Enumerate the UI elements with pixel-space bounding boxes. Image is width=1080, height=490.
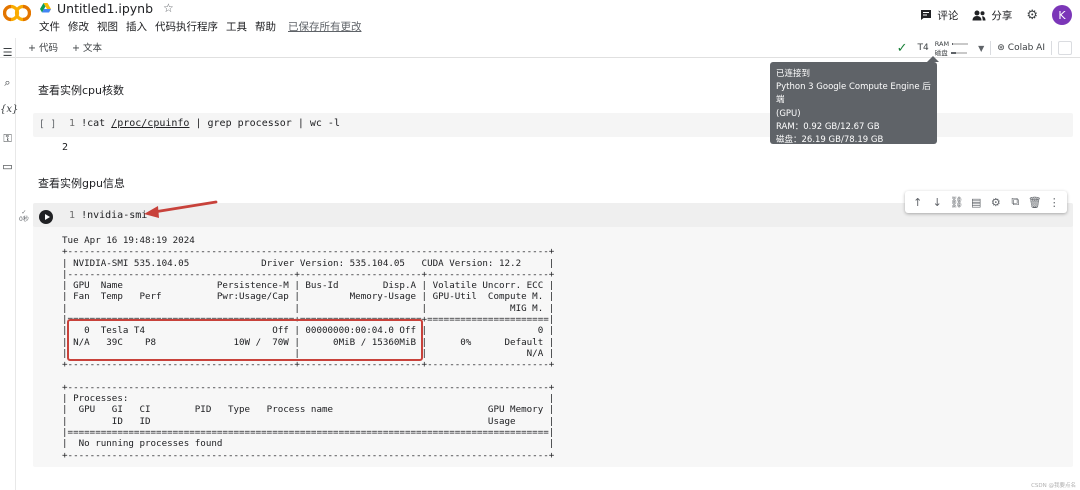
ram-bar	[952, 42, 969, 45]
link-icon[interactable]: ⛓	[949, 196, 965, 209]
tooltip-line: RAM：0.92 GB/12.67 GB	[776, 121, 880, 132]
text-cell-gpu[interactable]: 查看实例gpu信息	[38, 175, 125, 191]
annotation-arrow	[144, 200, 218, 218]
left-sidebar: ☰ ⌕ {x} ⚿ ▭	[0, 38, 18, 490]
secrets-key-icon[interactable]: ⚿	[0, 132, 15, 146]
code-command: !cat	[81, 118, 112, 129]
ram-bar-fill	[952, 42, 954, 45]
menu-edit[interactable]: 修改	[68, 19, 89, 34]
code-pipe: | grep processor | wc -l	[189, 118, 340, 129]
play-icon	[44, 214, 50, 220]
move-up-icon[interactable]: ↑	[910, 196, 926, 209]
move-down-icon[interactable]: ↓	[929, 196, 945, 209]
share-label: 分享	[991, 9, 1013, 22]
settings-icon[interactable]: ⚙	[988, 196, 1004, 209]
comment-icon[interactable]: ▤	[968, 196, 984, 209]
mirror-cell-icon[interactable]: ⧉	[1007, 195, 1023, 209]
drive-icon	[40, 3, 51, 13]
runtime-type: T4	[917, 43, 929, 53]
add-text-button[interactable]: + 文本	[72, 40, 102, 54]
menu-help[interactable]: 帮助	[255, 19, 276, 34]
menu-tools[interactable]: 工具	[226, 19, 247, 34]
notebook-title[interactable]: Untitled1.ipynb	[57, 1, 153, 16]
tooltip-line: 磁盘：26.19 GB/78.19 GB	[776, 135, 884, 146]
comment-label: 评论	[937, 9, 959, 22]
runtime-tooltip: 已连接到 Python 3 Google Compute Engine 后端 (…	[770, 62, 937, 146]
chevron-down-icon[interactable]: ▼	[978, 44, 984, 53]
menu-runtime[interactable]: 代码执行程序	[155, 19, 218, 34]
ram-meter: RAM	[934, 39, 969, 48]
tooltip-line: (GPU)	[776, 108, 801, 119]
runtime-status: ✓ T4 RAM 磁盘 ▼ ⊛ Colab AI	[897, 38, 1072, 58]
comment-icon	[921, 10, 932, 20]
run-cell-button[interactable]	[39, 210, 53, 224]
tooltip-line: Python 3 Google Compute Engine 后端	[776, 82, 931, 106]
variables-icon[interactable]: {x}	[0, 104, 18, 115]
disk-meter: 磁盘	[935, 49, 968, 57]
share-button[interactable]: 分享	[972, 8, 1012, 23]
resource-monitor[interactable]: T4 RAM 磁盘	[914, 40, 973, 57]
watermark: CSDN @我要点名	[1031, 483, 1076, 489]
menu-view[interactable]: 视图	[97, 19, 118, 34]
avatar[interactable]: K	[1052, 5, 1072, 25]
divider	[1051, 41, 1052, 55]
code-editor-gpu[interactable]: 1 !nvidia-smi	[69, 210, 147, 221]
search-icon[interactable]: ⌕	[0, 76, 15, 90]
ram-label: RAM	[934, 39, 950, 48]
star-icon[interactable]: ☆	[163, 1, 174, 15]
code-command: !nvidia-smi	[81, 210, 148, 221]
code-path-link[interactable]: /proc/cpuinfo	[111, 118, 189, 129]
disk-bar	[950, 51, 967, 54]
comment-button[interactable]: 评论	[920, 8, 958, 23]
colab-ai-button[interactable]: ⊛ Colab AI	[997, 43, 1045, 53]
menu-file[interactable]: 文件	[39, 19, 60, 34]
resource-meters: RAM 磁盘	[934, 39, 969, 57]
menu-bar: 文件 修改 视图 插入 代码执行程序 工具 帮助 已保存所有更改	[39, 19, 362, 34]
people-icon	[972, 10, 986, 20]
sparkle-icon: ⊛	[997, 43, 1005, 53]
gear-icon[interactable]: ⚙	[1026, 8, 1038, 23]
execution-status: ✓ 0秒	[19, 209, 29, 223]
text-cell-cpu[interactable]: 查看实例cpu核数	[38, 82, 124, 98]
app-header: Untitled1.ipynb ☆ 文件 修改 视图 插入 代码执行程序 工具 …	[0, 0, 1080, 38]
delete-icon[interactable]: 🗑	[1027, 196, 1043, 209]
add-code-button[interactable]: + 代码	[28, 40, 58, 54]
cell-output-cpu: 2	[62, 142, 69, 153]
more-vert-icon[interactable]: ⋮	[1046, 196, 1062, 209]
expand-icon[interactable]	[1058, 41, 1072, 55]
disk-bar-fill	[950, 51, 957, 54]
title-row: Untitled1.ipynb ☆	[40, 0, 174, 16]
cell-toolbar: ↑ ↓ ⛓ ▤ ⚙ ⧉ 🗑 ⋮	[905, 191, 1067, 213]
folder-icon[interactable]: ▭	[0, 160, 15, 173]
table-of-contents-icon[interactable]: ☰	[0, 46, 15, 59]
cell-run-bracket[interactable]: [ ]	[39, 119, 56, 130]
annotation-highlight-box	[67, 319, 423, 361]
line-number: 1	[69, 210, 76, 221]
colab-ai-label: Colab AI	[1007, 43, 1045, 53]
insert-buttons: + 代码 + 文本	[28, 40, 102, 54]
menu-insert[interactable]: 插入	[126, 19, 147, 34]
divider	[990, 41, 992, 55]
save-status[interactable]: 已保存所有更改	[288, 19, 362, 34]
tooltip-line: 已连接到	[776, 69, 811, 79]
line-number: 1	[69, 118, 76, 129]
connected-check-icon: ✓	[896, 40, 908, 56]
header-actions: 评论 分享 ⚙ K	[920, 5, 1072, 25]
code-editor-cpu[interactable]: 1 !cat /proc/cpuinfo | grep processor | …	[69, 118, 340, 129]
colab-logo[interactable]	[3, 3, 31, 23]
notebook-toolbar: + 代码 + 文本 ✓ T4 RAM 磁盘 ▼ ⊛ Colab AI	[0, 38, 1080, 58]
